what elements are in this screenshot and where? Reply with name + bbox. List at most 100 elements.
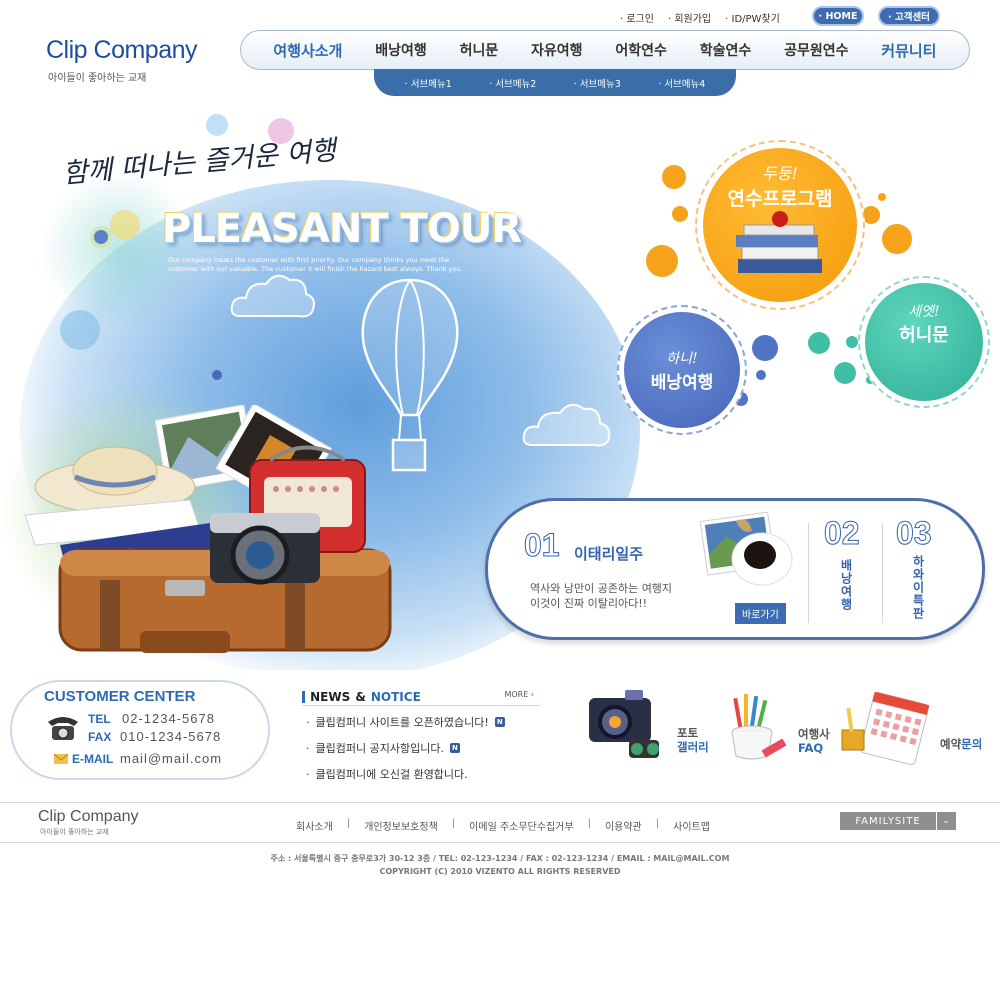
subnav-item-4[interactable]: 서브메뉴4: [658, 76, 705, 90]
footer-address-block: 주소 : 서울특별시 중구 충무로3가 30-12 3층 / TEL: 02-1…: [0, 852, 1000, 878]
footer-separator: |: [451, 818, 456, 829]
subnav-item-1[interactable]: 서브메뉴1: [405, 76, 452, 90]
new-badge-icon: N: [494, 717, 505, 727]
bullet-icon: ·: [306, 715, 310, 729]
logo[interactable]: Clip Company: [46, 36, 198, 65]
footer-address: 주소 : 서울특별시 중구 충무로3가 30-12 3층 / TEL: 02-1…: [270, 854, 730, 863]
customer-center-button[interactable]: · 고객센터: [878, 6, 940, 26]
news-title: NEWS: [310, 690, 351, 704]
training-program-circle[interactable]: 두둥! 연수프로그램: [695, 140, 865, 310]
nav-item-language[interactable]: 어학연수: [615, 40, 667, 60]
logo-text-2: mpany: [124, 36, 198, 64]
customer-center-title: CUSTOMER CENTER: [44, 688, 196, 705]
family-site-label: FAMILYSITE: [855, 815, 921, 827]
customer-center-box: CUSTOMER CENTER TEL 02-1234-5678 FAX 010…: [10, 680, 270, 780]
calendar-icon[interactable]: [838, 690, 930, 772]
login-link[interactable]: 로그인: [620, 10, 654, 25]
feature-3-number: 03: [896, 515, 933, 552]
news-item-text: 클립컴퍼니 공지사항입니다.: [315, 742, 444, 755]
honeymoon-tag: 세엣!: [908, 304, 940, 320]
join-link[interactable]: 회원가입: [668, 10, 711, 25]
footer-logo-subtitle: 아이들이 좋아하는 교재: [40, 828, 109, 836]
mail-icon: [54, 754, 68, 764]
email-value[interactable]: mail@mail.com: [120, 751, 222, 766]
reserve-bottom: 문의: [961, 737, 983, 751]
gallery-top: 포토: [677, 726, 699, 740]
news-bullet-bar: [302, 690, 305, 703]
footer-mid-line: [0, 842, 1000, 843]
family-site-select[interactable]: FAMILYSITE ⌄: [840, 812, 956, 830]
feature-3-label[interactable]: 하와이특판: [910, 555, 927, 620]
news-item[interactable]: · 클립컴퍼니 공지사항입니다. N: [306, 740, 505, 756]
decor-dot: [752, 335, 778, 361]
honeymoon-circle[interactable]: 세엣! 허니문: [858, 276, 990, 408]
subnav-item-2[interactable]: 서브메뉴2: [489, 76, 536, 90]
books-apple-icon: [736, 211, 822, 273]
feature-2-label[interactable]: 배낭여행: [838, 559, 855, 611]
cloud-icon-2: [522, 403, 611, 447]
faq-bottom: FAQ: [798, 741, 824, 755]
news-item-text: 클립컴퍼니에 오신걸 환영합니다.: [315, 768, 468, 781]
footer-link-terms[interactable]: 이용약관: [605, 818, 642, 833]
notice-title: NOTICE: [370, 690, 421, 704]
logo-text-1: Clip Co: [46, 36, 125, 64]
faq-top: 여행사: [798, 727, 830, 741]
more-link[interactable]: MORE ›: [504, 690, 534, 699]
sub-nav: 서브메뉴1 서브메뉴2 서브메뉴3 서브메뉴4: [374, 69, 736, 96]
footer-links: 회사소개 | 개인정보보호정책 | 이메일 주소무단수집거부 | 이용약관 | 사이트맵: [296, 818, 710, 833]
home-button[interactable]: · HOME: [812, 6, 864, 26]
tel-value: 02-1234-5678: [122, 711, 215, 726]
reserve-top: 예약: [940, 737, 962, 751]
footer-copyright: COPYRIGHT (C) 2010 VIZENTO ALL RIGHTS RE…: [379, 867, 621, 876]
feature-1-number: 01: [524, 527, 561, 564]
nav-item-official[interactable]: 공무원연수: [784, 40, 848, 60]
decor-dot: [878, 193, 886, 201]
logo-subtitle: 아이들이 좋아하는 교재: [48, 73, 147, 84]
footer-link-sitemap[interactable]: 사이트맵: [673, 818, 710, 833]
nav-item-about[interactable]: 여행사소개: [273, 40, 342, 61]
footer-logo-text-2: mpany: [90, 808, 139, 825]
decor-dot: [756, 370, 766, 380]
decor-dot: [672, 206, 688, 222]
footer-separator: |: [587, 818, 591, 829]
find-id-link[interactable]: ID/PW찾기: [725, 10, 780, 25]
subnav-item-3[interactable]: 서브메뉴3: [574, 76, 621, 90]
pencil-cup-icon[interactable]: [728, 690, 790, 766]
photo-gallery-link[interactable]: 포토 갤러리: [677, 726, 709, 754]
news-header: NEWS & NOTICE MORE ›: [302, 686, 540, 706]
chevron-down-icon: ⌄: [936, 812, 956, 830]
decor-dot: [646, 245, 678, 277]
footer-link-privacy[interactable]: 개인정보보호정책: [364, 818, 438, 833]
footer-logo[interactable]: Clip Company: [38, 808, 139, 826]
honeymoon-title: 허니문: [899, 325, 949, 346]
training-tag: 두둥!: [762, 164, 798, 183]
backpack-circle[interactable]: 하니! 배낭여행: [617, 305, 747, 435]
news-item[interactable]: · 클립컴퍼니 사이트를 오픈하였습니다! N: [306, 714, 505, 730]
backpack-title: 배낭여행: [650, 372, 714, 393]
decor-dot: [662, 165, 686, 189]
cloud-icon: [230, 274, 315, 318]
footer-link-email-policy[interactable]: 이메일 주소무단수집거부: [469, 818, 573, 833]
nav-item-honeymoon[interactable]: 허니문: [460, 40, 499, 60]
camera-icon[interactable]: [585, 686, 667, 766]
nav-item-academic[interactable]: 학술연수: [700, 40, 752, 60]
travel-faq-link[interactable]: 여행사 FAQ: [798, 727, 830, 755]
reservation-inquiry-link[interactable]: 예약문의: [940, 737, 982, 751]
nav-item-community[interactable]: 커뮤니티: [881, 40, 936, 61]
feature-1-desc-2: 이것이 진짜 이탈리아다!!: [530, 597, 648, 610]
more-label: MORE: [504, 690, 529, 699]
go-button[interactable]: 바로가기: [735, 603, 786, 624]
top-utility-links: 로그인 회원가입 ID/PW찾기: [620, 8, 780, 26]
decor-dot: [882, 224, 912, 254]
email-label: E-MAIL: [72, 752, 114, 766]
new-badge-icon: N: [449, 743, 460, 753]
footer-link-about[interactable]: 회사소개: [296, 818, 333, 833]
divider: [808, 523, 809, 623]
nav-item-free-travel[interactable]: 자유여행: [531, 40, 583, 60]
hero-title: PLEASANT TOUR: [162, 206, 522, 252]
nav-item-backpack[interactable]: 배낭여행: [375, 40, 427, 60]
bullet-icon: ·: [306, 741, 310, 755]
news-item[interactable]: · 클립컴퍼니에 오신걸 환영합니다.: [306, 766, 505, 782]
news-list: · 클립컴퍼니 사이트를 오픈하였습니다! N · 클립컴퍼니 공지사항입니다. N ·…: [306, 714, 505, 782]
feature-1-title[interactable]: 이태리일주: [574, 543, 643, 564]
